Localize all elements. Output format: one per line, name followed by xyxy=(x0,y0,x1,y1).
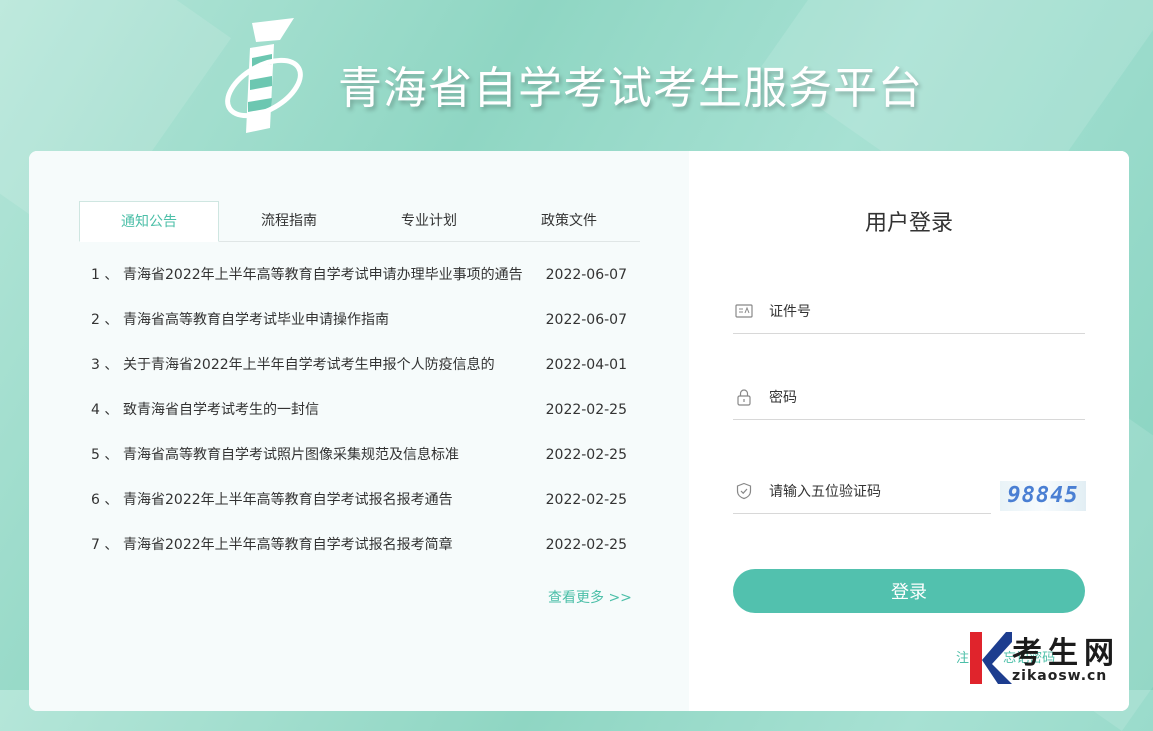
news-date: 2022-06-07 xyxy=(545,267,627,283)
news-index: 1 、 xyxy=(91,267,119,283)
tab-policy-docs[interactable]: 政策文件 xyxy=(499,201,639,241)
news-date: 2022-02-25 xyxy=(545,492,627,508)
shield-icon xyxy=(736,482,752,500)
captcha-image[interactable]: 98845 xyxy=(1000,481,1086,511)
captcha-input[interactable] xyxy=(767,477,981,507)
news-date: 2022-02-25 xyxy=(545,402,627,418)
news-item[interactable]: 6 、 青海省2022年上半年高等教育自学考试报名报考通告 2022-02-25 xyxy=(91,488,631,533)
news-index: 6 、 xyxy=(91,492,119,508)
news-index: 3 、 xyxy=(91,357,119,373)
news-item[interactable]: 7 、 青海省2022年上半年高等教育自学考试报名报考简章 2022-02-25 xyxy=(91,533,631,578)
news-item[interactable]: 1 、 青海省2022年上半年高等教育自学考试申请办理毕业事项的通告 2022-… xyxy=(91,263,631,308)
news-index: 5 、 xyxy=(91,447,119,463)
news-title[interactable]: 青海省2022年上半年高等教育自学考试报名报考通告 xyxy=(123,490,523,510)
id-number-field xyxy=(733,293,1085,334)
site-title: 青海省自学考试考生服务平台 xyxy=(338,63,923,114)
news-title[interactable]: 致青海省自学考试考生的一封信 xyxy=(123,400,523,420)
password-input[interactable] xyxy=(767,383,1071,413)
news-item[interactable]: 2 、 青海省高等教育自学考试毕业申请操作指南 2022-06-07 xyxy=(91,308,631,353)
news-title[interactable]: 关于青海省2022年上半年自学考试考生申报个人防疫信息的 xyxy=(123,355,523,375)
watermark-k-logo xyxy=(970,632,1012,684)
password-field xyxy=(733,379,1085,420)
tab-bar: 通知公告 流程指南 专业计划 政策文件 xyxy=(79,201,640,242)
notice-panel: 通知公告 流程指南 专业计划 政策文件 1 、 青海省2022年上半年高等教育自… xyxy=(29,151,689,711)
site-header: 青海省自学考试考生服务平台 xyxy=(222,18,962,138)
tab-notices[interactable]: 通知公告 xyxy=(79,201,219,242)
news-item[interactable]: 3 、 关于青海省2022年上半年自学考试考生申报个人防疫信息的 2022-04… xyxy=(91,353,631,398)
id-card-icon xyxy=(735,304,753,318)
news-item[interactable]: 5 、 青海省高等教育自学考试照片图像采集规范及信息标准 2022-02-25 xyxy=(91,443,631,488)
login-panel: 用户登录 98845 登录 xyxy=(689,151,1129,711)
tab-process-guide[interactable]: 流程指南 xyxy=(219,201,359,241)
news-date: 2022-02-25 xyxy=(545,537,627,553)
watermark-brand: 考生网 xyxy=(1012,636,1120,671)
lock-icon xyxy=(737,389,751,406)
tab-major-plan[interactable]: 专业计划 xyxy=(359,201,499,241)
login-title: 用户登录 xyxy=(864,211,953,236)
watermark-url: zikaosw.cn xyxy=(1012,668,1108,684)
main-card: 通知公告 流程指南 专业计划 政策文件 1 、 青海省2022年上半年高等教育自… xyxy=(29,151,1129,711)
captcha-field xyxy=(733,473,991,514)
news-title[interactable]: 青海省2022年上半年高等教育自学考试报名报考简章 xyxy=(123,535,523,555)
logo-mark xyxy=(225,18,303,133)
news-date: 2022-04-01 xyxy=(545,357,627,373)
news-index: 2 、 xyxy=(91,312,119,328)
login-button[interactable]: 登录 xyxy=(733,569,1085,613)
news-item[interactable]: 4 、 致青海省自学考试考生的一封信 2022-02-25 xyxy=(91,398,631,443)
news-list: 1 、 青海省2022年上半年高等教育自学考试申请办理毕业事项的通告 2022-… xyxy=(91,263,631,578)
news-title[interactable]: 青海省高等教育自学考试毕业申请操作指南 xyxy=(123,310,523,330)
news-date: 2022-06-07 xyxy=(545,312,627,328)
news-index: 7 、 xyxy=(91,537,119,553)
id-number-input[interactable] xyxy=(767,297,1071,327)
news-index: 4 、 xyxy=(91,402,119,418)
news-title[interactable]: 青海省高等教育自学考试照片图像采集规范及信息标准 xyxy=(123,445,523,465)
news-title[interactable]: 青海省2022年上半年高等教育自学考试申请办理毕业事项的通告 xyxy=(123,265,523,285)
view-more-link[interactable]: 查看更多 >> xyxy=(548,587,632,607)
news-date: 2022-02-25 xyxy=(545,447,627,463)
site-watermark: 考生网 zikaosw.cn xyxy=(968,628,1153,690)
